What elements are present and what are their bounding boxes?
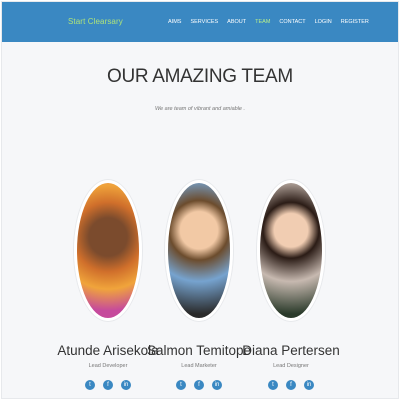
section-title: OUR AMAZING TEAM	[107, 66, 293, 87]
nav-team[interactable]: TEAM	[255, 19, 270, 25]
facebook-icon[interactable]: f	[286, 380, 296, 390]
top-navbar: Start Clearsary AIMS SERVICES ABOUT TEAM…	[2, 2, 398, 42]
team-member-photo	[74, 180, 142, 321]
twitter-icon[interactable]: t	[85, 380, 95, 390]
twitter-icon[interactable]: t	[268, 380, 278, 390]
team-member-photo	[165, 180, 233, 321]
nav-login[interactable]: LOGIN	[315, 19, 332, 25]
nav-aims[interactable]: AIMS	[168, 19, 181, 25]
team-member-photo	[257, 180, 325, 321]
team-member-card: Diana Pertersen Lead Designer t f in	[236, 180, 346, 390]
section-subtitle: We are team of vibrant and amiable .	[154, 106, 246, 112]
main-nav: AIMS SERVICES ABOUT TEAM CONTACT LOGIN R…	[168, 19, 369, 25]
team-member-name: Diana Pertersen	[242, 343, 340, 358]
linkedin-icon[interactable]: in	[304, 380, 314, 390]
nav-contact[interactable]: CONTACT	[279, 19, 305, 25]
page: { "brand": "Start Clearsary", "nav": { "…	[1, 1, 399, 399]
brand-logo-text[interactable]: Start Clearsary	[68, 17, 123, 26]
nav-register[interactable]: REGISTER	[341, 19, 369, 25]
nav-services[interactable]: SERVICES	[190, 19, 218, 25]
team-member-role: Lead Designer	[273, 363, 309, 369]
twitter-icon[interactable]: t	[176, 380, 186, 390]
facebook-icon[interactable]: f	[194, 380, 204, 390]
linkedin-icon[interactable]: in	[121, 380, 131, 390]
social-links: t f in	[236, 380, 346, 390]
linkedin-icon[interactable]: in	[212, 380, 222, 390]
nav-about[interactable]: ABOUT	[227, 19, 246, 25]
facebook-icon[interactable]: f	[103, 380, 113, 390]
